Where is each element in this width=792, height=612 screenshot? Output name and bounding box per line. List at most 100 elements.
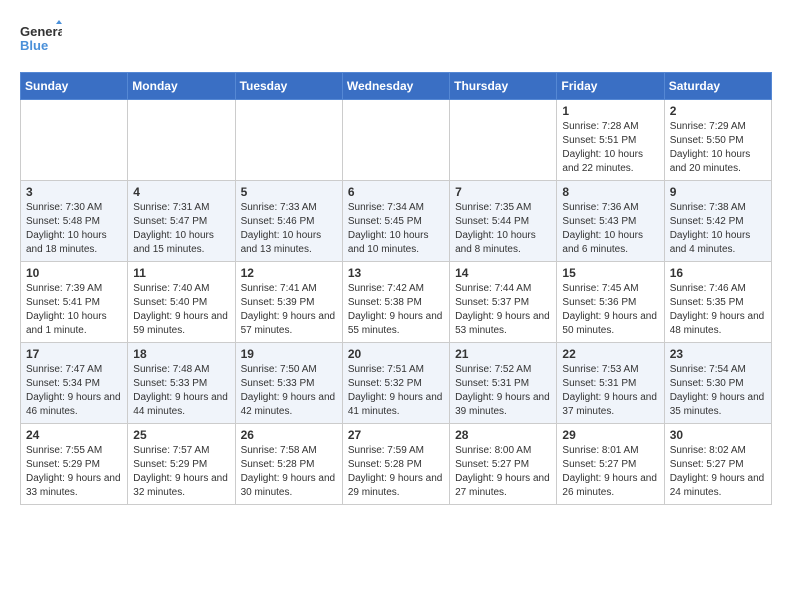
day-number: 19 <box>241 347 337 361</box>
calendar-cell: 6 Sunrise: 7:34 AM Sunset: 5:45 PM Daylig… <box>342 181 449 262</box>
day-number: 16 <box>670 266 766 280</box>
weekday-header-monday: Monday <box>128 73 235 100</box>
day-content: Sunrise: 7:38 AM Sunset: 5:42 PM Dayligh… <box>670 201 766 257</box>
day-number: 18 <box>133 347 229 361</box>
calendar-cell: 9 Sunrise: 7:38 AM Sunset: 5:42 PM Daylig… <box>664 181 771 262</box>
calendar-week-5: 24 Sunrise: 7:55 AM Sunset: 5:29 PM Dayli… <box>21 424 772 505</box>
calendar-cell <box>128 100 235 181</box>
day-content: Sunrise: 7:41 AM Sunset: 5:39 PM Dayligh… <box>241 282 337 338</box>
logo: General Blue <box>20 20 62 56</box>
day-number: 17 <box>26 347 122 361</box>
calendar-cell: 1 Sunrise: 7:28 AM Sunset: 5:51 PM Daylig… <box>557 100 664 181</box>
day-content: Sunrise: 7:40 AM Sunset: 5:40 PM Dayligh… <box>133 282 229 338</box>
day-content: Sunrise: 7:58 AM Sunset: 5:28 PM Dayligh… <box>241 444 337 500</box>
day-content: Sunrise: 7:42 AM Sunset: 5:38 PM Dayligh… <box>348 282 444 338</box>
day-content: Sunrise: 7:57 AM Sunset: 5:29 PM Dayligh… <box>133 444 229 500</box>
day-content: Sunrise: 8:00 AM Sunset: 5:27 PM Dayligh… <box>455 444 551 500</box>
day-number: 30 <box>670 428 766 442</box>
day-content: Sunrise: 7:51 AM Sunset: 5:32 PM Dayligh… <box>348 363 444 419</box>
calendar-cell: 8 Sunrise: 7:36 AM Sunset: 5:43 PM Daylig… <box>557 181 664 262</box>
calendar-week-1: 1 Sunrise: 7:28 AM Sunset: 5:51 PM Daylig… <box>21 100 772 181</box>
calendar-cell: 28 Sunrise: 8:00 AM Sunset: 5:27 PM Dayli… <box>450 424 557 505</box>
calendar-cell: 29 Sunrise: 8:01 AM Sunset: 5:27 PM Dayli… <box>557 424 664 505</box>
calendar-week-2: 3Sunrise: 7:30 AM Sunset: 5:48 PM Daylig… <box>21 181 772 262</box>
calendar-cell: 10Sunrise: 7:39 AM Sunset: 5:41 PM Dayli… <box>21 262 128 343</box>
calendar-cell: 18Sunrise: 7:48 AM Sunset: 5:33 PM Dayli… <box>128 343 235 424</box>
calendar-cell: 13 Sunrise: 7:42 AM Sunset: 5:38 PM Dayli… <box>342 262 449 343</box>
weekday-header-saturday: Saturday <box>664 73 771 100</box>
day-number: 29 <box>562 428 658 442</box>
calendar-cell: 20 Sunrise: 7:51 AM Sunset: 5:32 PM Dayli… <box>342 343 449 424</box>
calendar-cell: 7Sunrise: 7:35 AM Sunset: 5:44 PM Daylig… <box>450 181 557 262</box>
day-content: Sunrise: 7:55 AM Sunset: 5:29 PM Dayligh… <box>26 444 122 500</box>
calendar-cell: 11 Sunrise: 7:40 AM Sunset: 5:40 PM Dayli… <box>128 262 235 343</box>
calendar-cell: 5 Sunrise: 7:33 AM Sunset: 5:46 PM Daylig… <box>235 181 342 262</box>
day-number: 20 <box>348 347 444 361</box>
day-number: 11 <box>133 266 229 280</box>
day-content: Sunrise: 8:02 AM Sunset: 5:27 PM Dayligh… <box>670 444 766 500</box>
weekday-header-wednesday: Wednesday <box>342 73 449 100</box>
day-number: 23 <box>670 347 766 361</box>
page-header: General Blue <box>20 20 772 56</box>
day-content: Sunrise: 7:47 AM Sunset: 5:34 PM Dayligh… <box>26 363 122 419</box>
weekday-header-sunday: Sunday <box>21 73 128 100</box>
day-number: 3 <box>26 185 122 199</box>
svg-text:Blue: Blue <box>20 38 48 53</box>
weekday-header-tuesday: Tuesday <box>235 73 342 100</box>
day-content: Sunrise: 7:54 AM Sunset: 5:30 PM Dayligh… <box>670 363 766 419</box>
calendar-cell: 14 Sunrise: 7:44 AM Sunset: 5:37 PM Dayli… <box>450 262 557 343</box>
day-number: 27 <box>348 428 444 442</box>
calendar-table: SundayMondayTuesdayWednesdayThursdayFrid… <box>20 72 772 505</box>
calendar-cell: 19 Sunrise: 7:50 AM Sunset: 5:33 PM Dayli… <box>235 343 342 424</box>
svg-text:General: General <box>20 24 62 39</box>
calendar-cell <box>342 100 449 181</box>
day-content: Sunrise: 7:29 AM Sunset: 5:50 PM Dayligh… <box>670 120 766 176</box>
day-content: Sunrise: 7:34 AM Sunset: 5:45 PM Dayligh… <box>348 201 444 257</box>
day-number: 15 <box>562 266 658 280</box>
day-content: Sunrise: 7:33 AM Sunset: 5:46 PM Dayligh… <box>241 201 337 257</box>
day-content: Sunrise: 7:44 AM Sunset: 5:37 PM Dayligh… <box>455 282 551 338</box>
day-content: Sunrise: 7:39 AM Sunset: 5:41 PM Dayligh… <box>26 282 122 338</box>
day-number: 14 <box>455 266 551 280</box>
day-number: 6 <box>348 185 444 199</box>
day-number: 24 <box>26 428 122 442</box>
calendar-cell: 3Sunrise: 7:30 AM Sunset: 5:48 PM Daylig… <box>21 181 128 262</box>
day-number: 9 <box>670 185 766 199</box>
day-number: 1 <box>562 104 658 118</box>
calendar-cell: 26 Sunrise: 7:58 AM Sunset: 5:28 PM Dayli… <box>235 424 342 505</box>
calendar-cell: 16 Sunrise: 7:46 AM Sunset: 5:35 PM Dayli… <box>664 262 771 343</box>
day-number: 26 <box>241 428 337 442</box>
calendar-cell: 23 Sunrise: 7:54 AM Sunset: 5:30 PM Dayli… <box>664 343 771 424</box>
calendar-cell <box>235 100 342 181</box>
day-content: Sunrise: 7:50 AM Sunset: 5:33 PM Dayligh… <box>241 363 337 419</box>
calendar-cell: 15 Sunrise: 7:45 AM Sunset: 5:36 PM Dayli… <box>557 262 664 343</box>
calendar-cell: 12 Sunrise: 7:41 AM Sunset: 5:39 PM Dayli… <box>235 262 342 343</box>
calendar-cell: 25 Sunrise: 7:57 AM Sunset: 5:29 PM Dayli… <box>128 424 235 505</box>
day-content: Sunrise: 7:36 AM Sunset: 5:43 PM Dayligh… <box>562 201 658 257</box>
day-number: 21 <box>455 347 551 361</box>
calendar-cell: 4 Sunrise: 7:31 AM Sunset: 5:47 PM Daylig… <box>128 181 235 262</box>
day-number: 8 <box>562 185 658 199</box>
calendar-cell: 30 Sunrise: 8:02 AM Sunset: 5:27 PM Dayli… <box>664 424 771 505</box>
day-content: Sunrise: 7:28 AM Sunset: 5:51 PM Dayligh… <box>562 120 658 176</box>
day-content: Sunrise: 7:46 AM Sunset: 5:35 PM Dayligh… <box>670 282 766 338</box>
day-number: 25 <box>133 428 229 442</box>
day-number: 5 <box>241 185 337 199</box>
day-content: Sunrise: 7:45 AM Sunset: 5:36 PM Dayligh… <box>562 282 658 338</box>
calendar-cell: 22Sunrise: 7:53 AM Sunset: 5:31 PM Dayli… <box>557 343 664 424</box>
calendar-cell: 21 Sunrise: 7:52 AM Sunset: 5:31 PM Dayli… <box>450 343 557 424</box>
calendar-week-4: 17 Sunrise: 7:47 AM Sunset: 5:34 PM Dayli… <box>21 343 772 424</box>
day-content: Sunrise: 8:01 AM Sunset: 5:27 PM Dayligh… <box>562 444 658 500</box>
calendar-cell: 24 Sunrise: 7:55 AM Sunset: 5:29 PM Dayli… <box>21 424 128 505</box>
day-content: Sunrise: 7:31 AM Sunset: 5:47 PM Dayligh… <box>133 201 229 257</box>
day-number: 28 <box>455 428 551 442</box>
logo-svg: General Blue <box>20 20 62 56</box>
day-number: 12 <box>241 266 337 280</box>
calendar-cell <box>450 100 557 181</box>
weekday-header-friday: Friday <box>557 73 664 100</box>
day-content: Sunrise: 7:59 AM Sunset: 5:28 PM Dayligh… <box>348 444 444 500</box>
day-number: 4 <box>133 185 229 199</box>
day-number: 2 <box>670 104 766 118</box>
day-number: 13 <box>348 266 444 280</box>
day-content: Sunrise: 7:52 AM Sunset: 5:31 PM Dayligh… <box>455 363 551 419</box>
